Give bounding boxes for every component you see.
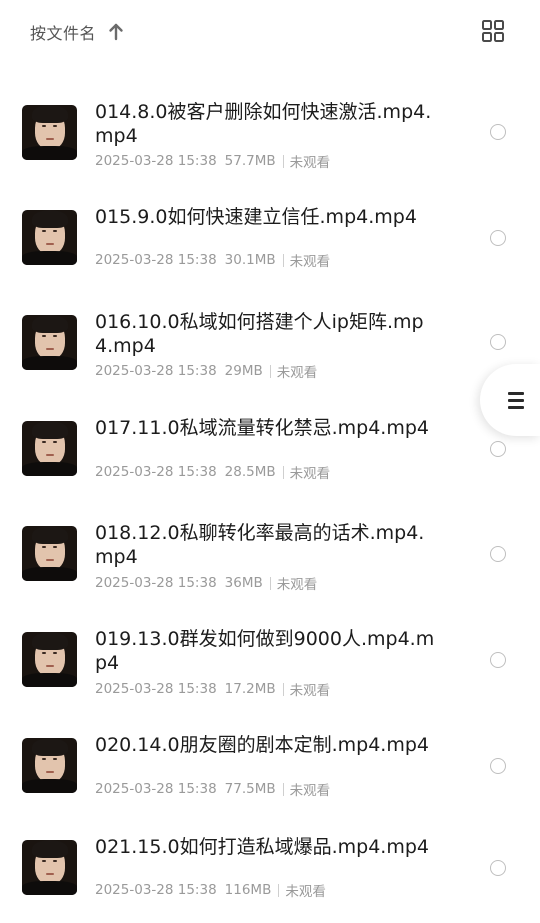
grid-view-icon[interactable] xyxy=(480,18,506,44)
select-radio[interactable] xyxy=(490,546,506,562)
file-date: 2025-03-28 15:38 xyxy=(95,681,217,697)
meta-divider xyxy=(278,883,280,897)
watch-status: 未观看 xyxy=(289,683,331,699)
file-title: 014.8.0被客户删除如何快速激活.mp4.mp4 xyxy=(95,101,432,147)
select-radio[interactable] xyxy=(490,441,506,457)
file-date: 2025-03-28 15:38 xyxy=(95,363,217,379)
meta-divider xyxy=(282,682,284,696)
watch-status: 未观看 xyxy=(289,155,331,171)
file-meta: 2025-03-28 15:38 36MB 未观看 xyxy=(95,573,317,593)
file-title: 020.14.0朋友圈的剧本定制.mp4.mp4 xyxy=(95,734,430,756)
file-date: 2025-03-28 15:38 xyxy=(95,781,217,797)
file-item[interactable]: 020.14.0朋友圈的剧本定制.mp4.mp4 2025-03-28 15:3… xyxy=(0,716,540,818)
file-item[interactable]: 021.15.0如何打造私域爆品.mp4.mp4 2025-03-28 15:3… xyxy=(0,818,540,923)
sort-by-filename-button[interactable]: 按文件名 xyxy=(30,18,124,46)
meta-divider xyxy=(282,782,284,796)
file-date: 2025-03-28 15:38 xyxy=(95,882,217,898)
file-title: 018.12.0私聊转化率最高的话术.mp4.mp4 xyxy=(95,522,425,568)
select-radio[interactable] xyxy=(490,860,506,876)
file-item[interactable]: 018.12.0私聊转化率最高的话术.mp4.mp4 2025-03-28 15… xyxy=(0,504,540,610)
file-item[interactable]: 014.8.0被客户删除如何快速激活.mp4.mp4 2025-03-28 15… xyxy=(0,83,540,188)
menu-icon xyxy=(508,392,524,409)
select-radio[interactable] xyxy=(490,230,506,246)
watch-status: 未观看 xyxy=(276,577,318,593)
arrow-up-icon xyxy=(109,23,123,41)
watch-status: 未观看 xyxy=(289,254,331,270)
file-date: 2025-03-28 15:38 xyxy=(95,153,217,169)
file-size: 28.5MB xyxy=(224,464,276,480)
file-size: 57.7MB xyxy=(224,153,276,169)
file-title: 017.11.0私域流量转化禁忌.mp4.mp4 xyxy=(95,417,430,439)
file-size: 77.5MB xyxy=(224,781,276,797)
file-title: 021.15.0如何打造私域爆品.mp4.mp4 xyxy=(95,836,430,858)
file-date: 2025-03-28 15:38 xyxy=(95,464,217,480)
watch-status: 未观看 xyxy=(285,884,326,900)
video-thumbnail xyxy=(22,738,77,793)
watch-status: 未观看 xyxy=(289,466,331,482)
watch-status: 未观看 xyxy=(276,365,318,381)
file-item[interactable]: 019.13.0群发如何做到9000人.mp4.mp4 2025-03-28 1… xyxy=(0,610,540,716)
file-date: 2025-03-28 15:38 xyxy=(95,575,217,591)
file-item[interactable]: 016.10.0私域如何搭建个人ip矩阵.mp4.mp4 2025-03-28 … xyxy=(0,293,540,399)
meta-divider xyxy=(282,253,284,267)
select-radio[interactable] xyxy=(490,652,506,668)
file-title: 015.9.0如何快速建立信任.mp4.mp4 xyxy=(95,206,417,228)
file-size: 29MB xyxy=(224,363,263,379)
file-item[interactable]: 017.11.0私域流量转化禁忌.mp4.mp4 2025-03-28 15:3… xyxy=(0,399,540,504)
file-meta: 2025-03-28 15:38 116MB 未观看 xyxy=(95,880,326,900)
file-title: 016.10.0私域如何搭建个人ip矩阵.mp4.mp4 xyxy=(95,311,424,357)
file-list: 014.8.0被客户删除如何快速激活.mp4.mp4 2025-03-28 15… xyxy=(0,83,540,923)
file-meta: 2025-03-28 15:38 77.5MB 未观看 xyxy=(95,779,330,799)
file-meta: 2025-03-28 15:38 57.7MB 未观看 xyxy=(95,151,330,171)
top-bar: 按文件名 xyxy=(0,0,540,62)
video-thumbnail xyxy=(22,632,77,687)
file-size: 116MB xyxy=(224,882,272,898)
file-size: 36MB xyxy=(224,575,263,591)
meta-divider xyxy=(269,364,271,378)
sort-label: 按文件名 xyxy=(30,24,97,43)
meta-divider xyxy=(282,465,284,479)
video-thumbnail xyxy=(22,421,77,476)
select-radio[interactable] xyxy=(490,334,506,350)
file-size: 17.2MB xyxy=(224,681,276,697)
video-thumbnail xyxy=(22,315,77,370)
file-meta: 2025-03-28 15:38 30.1MB 未观看 xyxy=(95,250,330,270)
meta-divider xyxy=(282,154,284,168)
watch-status: 未观看 xyxy=(289,783,331,799)
select-radio[interactable] xyxy=(490,124,506,140)
select-radio[interactable] xyxy=(490,758,506,774)
file-date: 2025-03-28 15:38 xyxy=(95,252,217,268)
meta-divider xyxy=(269,576,271,590)
video-thumbnail xyxy=(22,840,77,895)
video-thumbnail xyxy=(22,526,77,581)
video-thumbnail xyxy=(22,105,77,160)
file-size: 30.1MB xyxy=(224,252,276,268)
file-meta: 2025-03-28 15:38 28.5MB 未观看 xyxy=(95,462,330,482)
file-title: 019.13.0群发如何做到9000人.mp4.mp4 xyxy=(95,628,435,674)
file-meta: 2025-03-28 15:38 17.2MB 未观看 xyxy=(95,679,330,699)
file-item[interactable]: 015.9.0如何快速建立信任.mp4.mp4 2025-03-28 15:38… xyxy=(0,188,540,293)
file-meta: 2025-03-28 15:38 29MB 未观看 xyxy=(95,361,317,381)
video-thumbnail xyxy=(22,210,77,265)
